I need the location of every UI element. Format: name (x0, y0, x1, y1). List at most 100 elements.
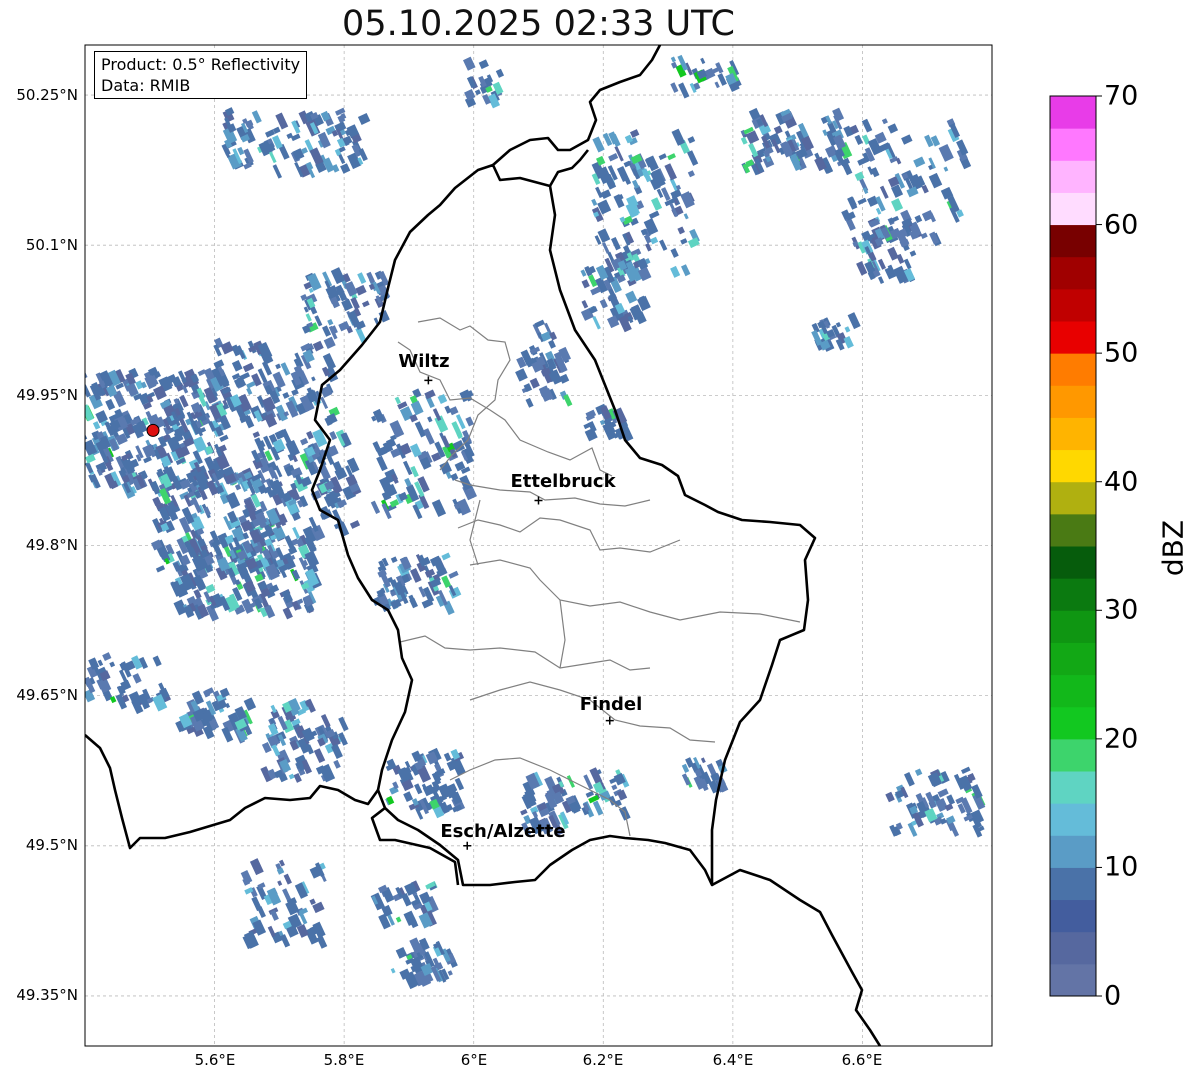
echo-pixel (257, 906, 266, 918)
echo-pixel (525, 397, 534, 408)
echo-pixel (515, 368, 528, 382)
echo-pixel (306, 430, 314, 440)
echo-pixel (847, 312, 861, 330)
colorbar-tick-label: 30 (1104, 594, 1139, 626)
echo-pixel (85, 453, 96, 464)
echo-pixel (272, 164, 283, 179)
echo-pixel (300, 437, 309, 446)
echo-pixel (613, 194, 625, 209)
colorbar-segment (1050, 706, 1096, 740)
echo-pixel (441, 435, 451, 448)
echo-pixel (395, 916, 402, 923)
echo-pixel (881, 118, 888, 125)
echo-pixel (327, 318, 334, 326)
colorbar-segment (1050, 867, 1096, 901)
echo-pixel (427, 416, 433, 423)
echo-pixel (677, 226, 685, 235)
echo-pixel (681, 773, 691, 786)
colorbar-tick-label: 20 (1104, 723, 1139, 755)
echo-pixel (717, 73, 727, 86)
echo-pixel (251, 110, 262, 124)
echo-pixel (478, 59, 489, 70)
colorbar-segment (1050, 481, 1096, 515)
echo-pixel (943, 166, 949, 172)
colorbar (1050, 95, 1102, 997)
echo-pixel (867, 195, 879, 207)
echo-pixel (277, 880, 283, 886)
echo-pixel (403, 791, 414, 802)
colorbar-segment (1050, 835, 1096, 868)
city-label-wiltz: Wiltz (398, 351, 450, 372)
echo-pixel (887, 123, 899, 134)
colorbar-segment (1050, 771, 1096, 804)
echo-pixel (937, 788, 949, 798)
echo-pixel (191, 497, 202, 514)
colorbar-segment (1050, 417, 1096, 451)
echo-pixel (835, 321, 842, 328)
city-label-ettelbruck: Ettelbruck (510, 471, 616, 492)
echo-pixel (650, 236, 659, 245)
product-label: Product: 0.5° Reflectivity (101, 55, 301, 74)
echo-pixel (901, 134, 913, 145)
colorbar-tick-label: 0 (1104, 980, 1122, 1012)
colorbar-segment (1050, 963, 1096, 997)
echo-pixel (280, 934, 291, 948)
echo-pixel (773, 125, 783, 135)
colorbar-segment (1050, 288, 1096, 322)
echo-pixel (683, 213, 689, 220)
colorbar-tick-label: 50 (1104, 337, 1139, 369)
echo-pixel (592, 136, 605, 153)
echo-pixel (602, 242, 610, 254)
echo-pixel (877, 276, 885, 284)
lat-tick-label: 49.35°N (16, 986, 78, 1004)
colorbar-tick-label: 60 (1104, 209, 1139, 241)
echo-pixel (414, 783, 423, 795)
echo-pixel (687, 150, 699, 166)
echo-pixel (670, 82, 679, 93)
echo-pixel (441, 552, 451, 561)
echo-pixel (970, 809, 985, 825)
colorbar-tick-label: 70 (1104, 80, 1139, 112)
city-label-findel: Findel (579, 694, 643, 715)
echo-pixel (309, 898, 316, 906)
reflectivity-echoes (85, 54, 986, 990)
echo-pixel (667, 153, 676, 161)
echo-pixel (903, 258, 912, 270)
echo-pixel (700, 57, 706, 65)
echo-pixel (357, 272, 367, 285)
lat-tick-label: 49.95°N (16, 386, 78, 404)
echo-pixel (879, 185, 889, 199)
echo-pixel (155, 565, 166, 573)
echo-pixel (243, 148, 254, 164)
echo-pixel (370, 500, 381, 515)
echo-pixel (671, 128, 686, 146)
echo-pixel (447, 970, 453, 976)
echo-pixel (832, 107, 845, 122)
echo-pixel (670, 56, 677, 63)
echo-pixel (608, 153, 619, 162)
echo-pixel (220, 341, 234, 355)
echo-pixel (390, 967, 396, 974)
echo-pixel (283, 873, 292, 885)
echo-pixel (268, 723, 279, 736)
echo-pixel (563, 394, 573, 407)
echo-pixel (242, 362, 255, 373)
echo-pixel (651, 197, 663, 211)
echo-pixel (913, 156, 926, 168)
colorbar-segment (1050, 128, 1096, 161)
echo-pixel (599, 299, 608, 309)
echo-pixel (267, 925, 276, 938)
echo-pixel (938, 144, 954, 162)
lat-tick-label: 49.5°N (25, 836, 78, 854)
echo-pixel (465, 416, 474, 427)
echo-pixel (85, 370, 88, 379)
echo-pixel (357, 112, 371, 125)
echo-pixel (659, 239, 668, 251)
echo-pixel (390, 556, 398, 564)
echo-pixel (366, 271, 376, 284)
echo-pixel (270, 909, 279, 921)
echo-pixel (282, 392, 290, 399)
echo-pixel (581, 279, 590, 289)
lon-tick-label: 6.6°E (841, 1051, 883, 1069)
echo-pixel (431, 499, 447, 518)
